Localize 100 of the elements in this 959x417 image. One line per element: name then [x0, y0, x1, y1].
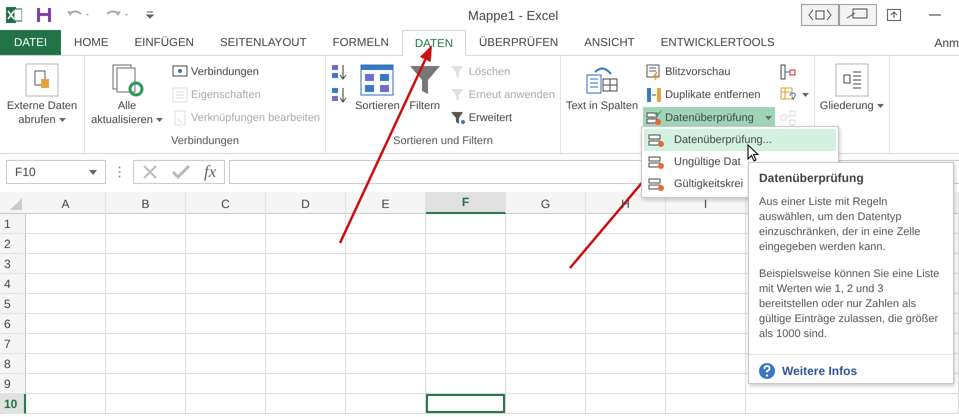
- table-cell[interactable]: [506, 374, 586, 394]
- ribbon-button[interactable]: Duplikate entfernen: [643, 84, 775, 106]
- table-cell[interactable]: [26, 254, 106, 274]
- table-cell[interactable]: [506, 394, 586, 414]
- table-cell[interactable]: [426, 314, 506, 334]
- table-cell[interactable]: [666, 354, 746, 374]
- enter-icon[interactable]: [172, 165, 190, 179]
- column-header[interactable]: G: [540, 198, 550, 211]
- row-header[interactable]: 9: [0, 374, 26, 394]
- table-cell[interactable]: [506, 234, 586, 254]
- table-cell[interactable]: [266, 254, 346, 274]
- row-header[interactable]: 4: [0, 274, 26, 294]
- ribbon-tab[interactable]: ANSICHT: [571, 30, 648, 55]
- column-header[interactable]: F: [462, 196, 470, 209]
- table-cell[interactable]: [26, 354, 106, 374]
- column-header[interactable]: C: [221, 198, 230, 211]
- menu-item[interactable]: Ungültige Dat: [644, 151, 836, 173]
- table-cell[interactable]: [346, 314, 426, 334]
- cancel-icon[interactable]: [142, 164, 158, 180]
- touch-mode-icon[interactable]: [801, 4, 839, 26]
- table-cell[interactable]: [186, 214, 266, 234]
- table-cell[interactable]: [426, 214, 506, 234]
- table-cell[interactable]: [666, 314, 746, 334]
- table-cell[interactable]: [586, 294, 666, 314]
- table-cell[interactable]: [426, 254, 506, 274]
- ribbon-button[interactable]: Erweitert: [446, 107, 558, 129]
- row-header[interactable]: 2: [0, 234, 26, 254]
- table-cell[interactable]: [666, 394, 746, 414]
- table-cell[interactable]: [586, 374, 666, 394]
- table-cell[interactable]: [586, 274, 666, 294]
- column-header[interactable]: B: [141, 198, 150, 211]
- table-cell[interactable]: [506, 214, 586, 234]
- table-cell[interactable]: [426, 374, 506, 394]
- table-cell[interactable]: [266, 294, 346, 314]
- table-cell[interactable]: [186, 354, 266, 374]
- table-cell[interactable]: [586, 234, 666, 254]
- table-cell[interactable]: [346, 374, 426, 394]
- table-cell[interactable]: [666, 374, 746, 394]
- table-cell[interactable]: [266, 314, 346, 334]
- table-cell[interactable]: [26, 394, 106, 414]
- table-cell[interactable]: [506, 294, 586, 314]
- table-cell[interactable]: [266, 354, 346, 374]
- table-cell[interactable]: [186, 314, 266, 334]
- table-cell[interactable]: [666, 294, 746, 314]
- table-cell[interactable]: [666, 274, 746, 294]
- table-cell[interactable]: [426, 354, 506, 374]
- table-cell[interactable]: [666, 234, 746, 254]
- ribbon-button[interactable]: Alle aktualisieren: [87, 59, 167, 135]
- table-cell[interactable]: [586, 214, 666, 234]
- insert-function-button[interactable]: fx: [204, 162, 216, 182]
- table-cell[interactable]: [426, 334, 506, 354]
- table-cell[interactable]: [346, 274, 426, 294]
- ribbon-button[interactable]: Verbindungen: [169, 61, 324, 83]
- table-cell[interactable]: [426, 294, 506, 314]
- table-cell[interactable]: [666, 334, 746, 354]
- table-cell[interactable]: [266, 214, 346, 234]
- row-header[interactable]: 10: [0, 394, 26, 414]
- column-header[interactable]: A: [61, 198, 70, 211]
- table-cell[interactable]: [106, 254, 186, 274]
- ribbon-button[interactable]: Sortieren: [352, 59, 403, 135]
- row-header[interactable]: 8: [0, 354, 26, 374]
- display-icon[interactable]: [839, 4, 877, 26]
- ribbon-tab[interactable]: ÜBERPRÜFEN: [466, 30, 572, 55]
- table-cell[interactable]: [186, 294, 266, 314]
- ribbon-tab[interactable]: FORMELN: [320, 30, 402, 55]
- table-cell[interactable]: [666, 254, 746, 274]
- table-cell[interactable]: [346, 214, 426, 234]
- table-cell[interactable]: [106, 314, 186, 334]
- table-cell[interactable]: [586, 354, 666, 374]
- column-header[interactable]: E: [381, 198, 390, 211]
- table-cell[interactable]: [106, 394, 186, 414]
- table-cell[interactable]: [26, 234, 106, 254]
- table-cell[interactable]: [506, 334, 586, 354]
- table-cell[interactable]: [106, 334, 186, 354]
- table-cell[interactable]: [106, 214, 186, 234]
- table-cell[interactable]: [506, 314, 586, 334]
- row-header[interactable]: 7: [0, 334, 26, 354]
- column-header[interactable]: I: [704, 198, 708, 211]
- table-cell[interactable]: [506, 274, 586, 294]
- ribbon-tab[interactable]: ENTWICKLERTOOLS: [648, 30, 788, 55]
- table-cell[interactable]: [426, 394, 506, 414]
- table-cell[interactable]: [186, 234, 266, 254]
- ribbon-tab[interactable]: SEITENLAYOUT: [206, 30, 320, 55]
- row-header[interactable]: 6: [0, 314, 26, 334]
- ribbon-options-icon[interactable]: [887, 9, 901, 21]
- table-cell[interactable]: [346, 254, 426, 274]
- table-cell[interactable]: [26, 274, 106, 294]
- customize-icon[interactable]: [146, 10, 154, 20]
- table-cell[interactable]: [186, 254, 266, 274]
- table-cell[interactable]: [186, 394, 266, 414]
- table-cell[interactable]: [266, 234, 346, 254]
- table-cell[interactable]: [346, 294, 426, 314]
- table-cell[interactable]: [346, 394, 426, 414]
- table-cell[interactable]: [26, 314, 106, 334]
- table-cell[interactable]: [586, 314, 666, 334]
- row-header[interactable]: 3: [0, 254, 26, 274]
- table-cell[interactable]: [106, 294, 186, 314]
- ribbon-button[interactable]: Text in Spalten: [562, 59, 642, 153]
- table-cell[interactable]: [346, 234, 426, 254]
- file-tab[interactable]: DATEI: [0, 30, 62, 55]
